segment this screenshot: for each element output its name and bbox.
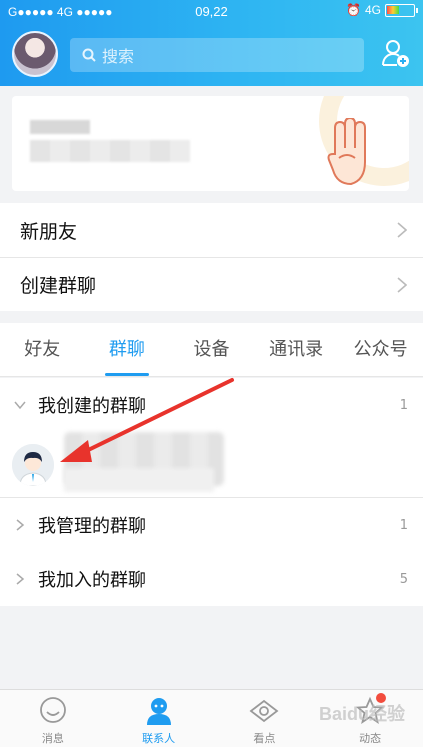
promo-banner[interactable] bbox=[12, 96, 409, 191]
alarm-icon: ⏰ bbox=[346, 3, 361, 17]
blurred-text bbox=[30, 140, 190, 162]
nav-discover[interactable]: 看点 bbox=[212, 690, 318, 747]
tab-devices[interactable]: 设备 bbox=[169, 323, 254, 376]
watermark: Baidu经验 bbox=[318, 704, 405, 724]
create-group-item[interactable]: 创建群聊 bbox=[0, 257, 423, 311]
chevron-down-icon bbox=[14, 401, 26, 410]
battery-icon bbox=[385, 3, 418, 17]
list-item-label: 创建群聊 bbox=[20, 275, 97, 297]
group-section-label: 我创建的群聊 bbox=[38, 396, 146, 417]
status-right: ⏰ 4G bbox=[346, 3, 418, 17]
hand-illustration-icon bbox=[327, 118, 366, 186]
network-type: 4G bbox=[364, 3, 381, 17]
list-item-label: 新朋友 bbox=[20, 220, 78, 243]
group-section-label: 我管理的群聊 bbox=[38, 516, 146, 537]
group-list: 我创建的群聊 1 我管理的群聊 1 我加入的群聊 5 bbox=[0, 378, 423, 606]
nav-label: 动态 bbox=[359, 732, 382, 745]
chevron-right-icon bbox=[16, 519, 25, 531]
add-friend-icon[interactable] bbox=[381, 38, 411, 70]
joined-groups-header[interactable]: 我加入的群聊 5 bbox=[0, 552, 423, 606]
group-section-label: 我加入的群聊 bbox=[38, 570, 146, 591]
nav-label: 联系人 bbox=[142, 732, 176, 745]
search-input[interactable]: 搜索 bbox=[70, 38, 364, 72]
group-count: 1 bbox=[399, 397, 408, 413]
profile-avatar[interactable] bbox=[12, 31, 58, 77]
chevron-right-icon bbox=[397, 277, 407, 293]
tab-groups[interactable]: 群聊 bbox=[85, 323, 170, 376]
nav-label: 看点 bbox=[253, 732, 276, 745]
tab-address-book[interactable]: 通讯录 bbox=[254, 323, 339, 376]
blurred-group-desc bbox=[64, 468, 214, 492]
search-placeholder: 搜索 bbox=[102, 47, 135, 66]
contact-tabs: 好友 群聊 设备 通讯录 公众号 bbox=[0, 323, 423, 377]
search-icon bbox=[82, 48, 96, 62]
message-icon bbox=[39, 697, 66, 723]
list-item[interactable] bbox=[0, 432, 423, 498]
group-count: 5 bbox=[399, 571, 408, 587]
blurred-text bbox=[30, 120, 90, 134]
group-avatar bbox=[12, 444, 54, 486]
nav-contacts[interactable]: 联系人 bbox=[106, 690, 212, 747]
user-avatar-icon bbox=[12, 444, 54, 486]
new-friends-item[interactable]: 新朋友 bbox=[0, 203, 423, 257]
managed-groups-header[interactable]: 我管理的群聊 1 bbox=[0, 498, 423, 552]
contacts-icon bbox=[146, 698, 171, 725]
chevron-right-icon bbox=[16, 573, 25, 585]
tab-official-accounts[interactable]: 公众号 bbox=[338, 323, 423, 376]
nav-messages[interactable]: 消息 bbox=[0, 690, 106, 747]
chevron-right-icon bbox=[397, 222, 407, 238]
nav-label: 消息 bbox=[41, 732, 64, 745]
header-bar: G●●●●● 4G ●●●●● 09,22 ⏰ 4G 搜索 bbox=[0, 0, 423, 86]
status-bar: G●●●●● 4G ●●●●● 09,22 ⏰ 4G bbox=[0, 0, 423, 24]
created-groups-header[interactable]: 我创建的群聊 1 bbox=[0, 378, 423, 432]
contacts-actions: 新朋友 创建群聊 bbox=[0, 203, 423, 311]
group-count: 1 bbox=[399, 517, 408, 533]
tab-friends[interactable]: 好友 bbox=[0, 323, 85, 376]
eye-icon bbox=[249, 699, 279, 723]
